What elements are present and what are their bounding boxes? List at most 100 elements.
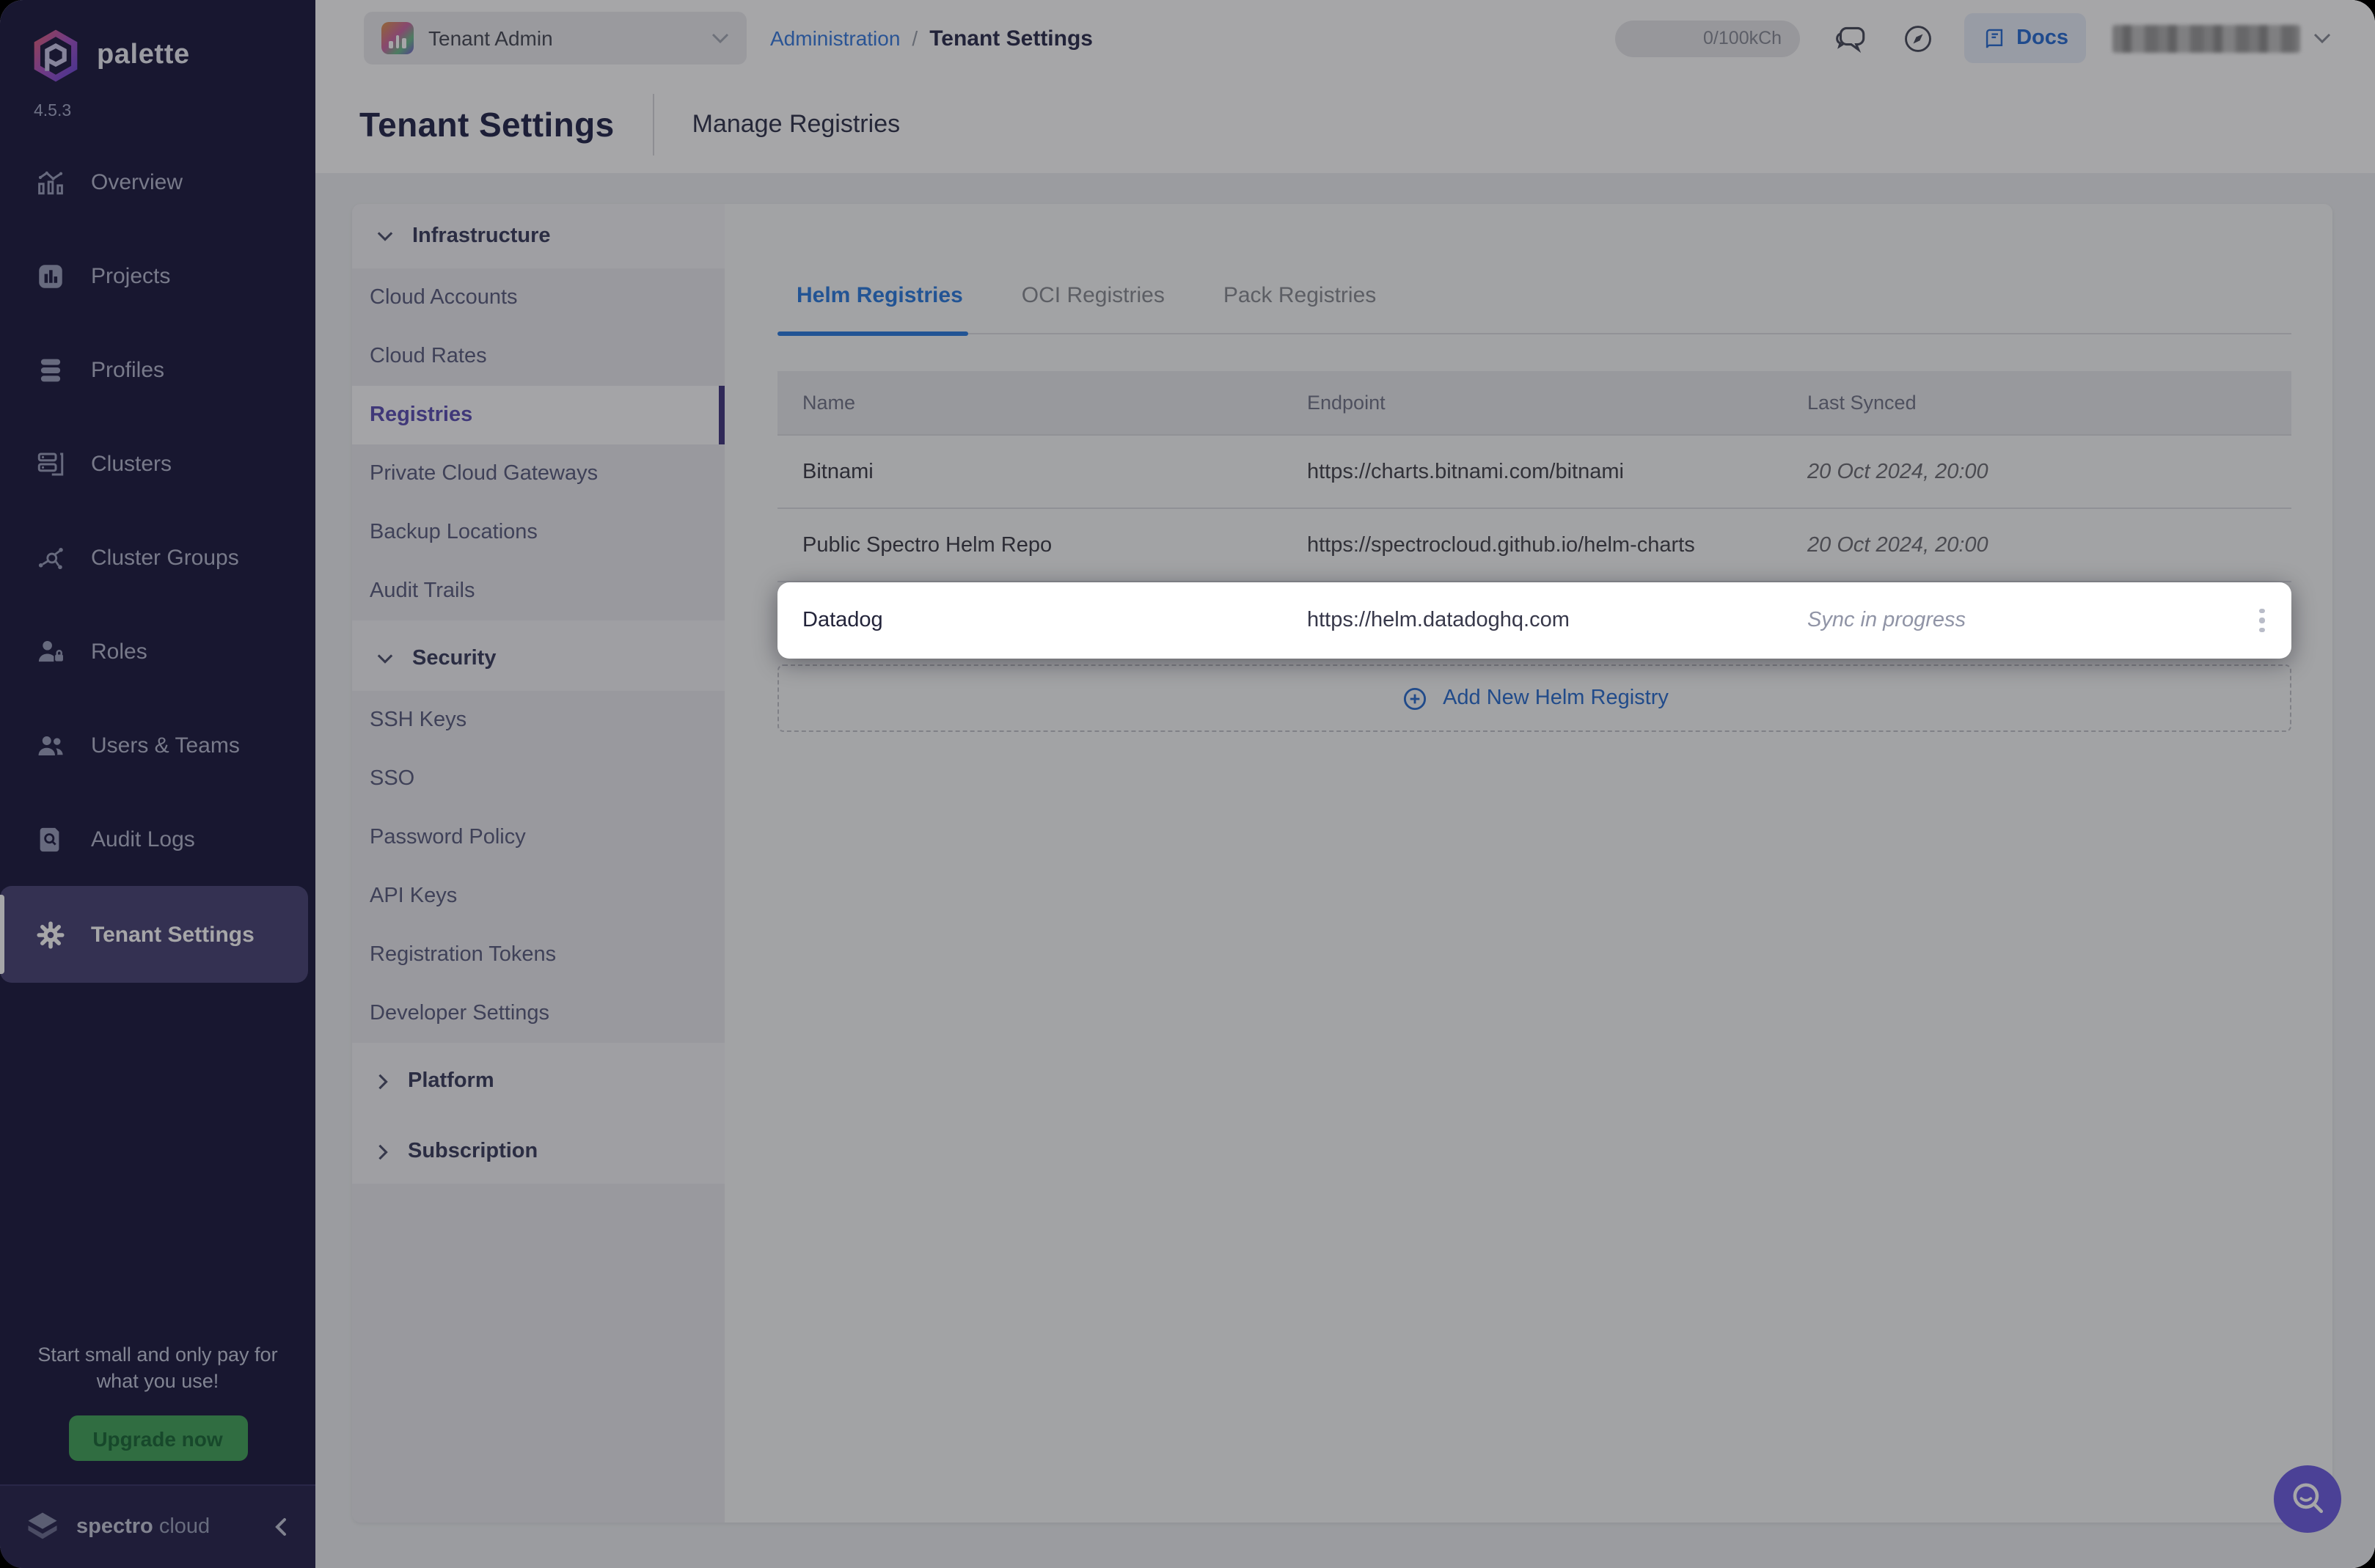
section-gap bbox=[352, 620, 725, 626]
user-name-redacted bbox=[2112, 24, 2300, 52]
spectro-cloud-brand: spectro cloud bbox=[76, 1515, 210, 1539]
upgrade-banner: Start small and only pay for what you us… bbox=[0, 1342, 315, 1484]
sidebar-item-roles[interactable]: Roles bbox=[0, 604, 315, 698]
spectro-cloud-logo-icon bbox=[23, 1508, 62, 1546]
audit-logs-icon bbox=[35, 824, 66, 854]
sidebar-item-users-teams[interactable]: Users & Teams bbox=[0, 698, 315, 792]
settings-item-backup-locations[interactable]: Backup Locations bbox=[352, 503, 725, 562]
sidebar-item-overview[interactable]: Overview bbox=[0, 135, 315, 229]
settings-item-registries[interactable]: Registries bbox=[352, 386, 725, 444]
table-row[interactable]: Bitnami https://charts.bitnami.com/bitna… bbox=[777, 436, 2291, 509]
breadcrumb-administration-link[interactable]: Administration bbox=[770, 26, 900, 50]
page-header: Tenant Settings Manage Registries bbox=[315, 76, 2375, 173]
chevron-down-icon bbox=[377, 230, 393, 242]
add-circle-plus-icon bbox=[1400, 684, 1428, 712]
tab-pack-registries[interactable]: Pack Registries bbox=[1223, 270, 1376, 333]
panel-filler bbox=[352, 1184, 725, 1523]
palette-logo-icon bbox=[29, 29, 82, 82]
registry-last-synced: 20 Oct 2024, 20:00 bbox=[1807, 533, 2233, 557]
sidebar-item-tenant-settings[interactable]: Tenant Settings bbox=[0, 886, 308, 983]
settings-item-audit-trails[interactable]: Audit Trails bbox=[352, 562, 725, 620]
registry-name: Datadog bbox=[802, 609, 1307, 632]
docs-button[interactable]: Docs bbox=[1964, 13, 2086, 63]
content-area: Infrastructure Cloud Accounts Cloud Rate… bbox=[315, 173, 2375, 1568]
section-platform[interactable]: Platform bbox=[352, 1049, 725, 1113]
app-version: 4.5.3 bbox=[34, 103, 315, 120]
breadcrumb-current: Tenant Settings bbox=[929, 26, 1093, 51]
settings-nav-panel: Infrastructure Cloud Accounts Cloud Rate… bbox=[352, 204, 725, 1523]
settings-item-password-policy[interactable]: Password Policy bbox=[352, 808, 725, 867]
table-row-highlighted-datadog[interactable]: Datadog https://helm.datadoghq.com Sync … bbox=[777, 582, 2291, 659]
chevron-right-icon bbox=[377, 1073, 389, 1089]
sidebar-item-label: Cluster Groups bbox=[91, 545, 239, 570]
sidebar-item-label: Users & Teams bbox=[91, 733, 240, 758]
settings-item-sso[interactable]: SSO bbox=[352, 750, 725, 808]
sidebar-item-label: Tenant Settings bbox=[91, 922, 255, 947]
section-subscription[interactable]: Subscription bbox=[352, 1119, 725, 1184]
settings-item-ssh-keys[interactable]: SSH Keys bbox=[352, 691, 725, 750]
settings-item-api-keys[interactable]: API Keys bbox=[352, 867, 725, 926]
registry-sync-status: Sync in progress bbox=[1807, 609, 2233, 632]
registry-endpoint: https://charts.bitnami.com/bitnami bbox=[1307, 460, 1807, 483]
palette-app-window: palette 4.5.3 Overview bbox=[0, 0, 2375, 1568]
registry-tabs: Helm Registries OCI Registries Pack Regi… bbox=[777, 270, 2291, 334]
settings-item-cloud-rates[interactable]: Cloud Rates bbox=[352, 327, 725, 386]
user-menu[interactable] bbox=[2112, 24, 2331, 52]
sidebar-item-label: Profiles bbox=[91, 357, 164, 382]
sidebar-item-label: Overview bbox=[91, 169, 183, 194]
profiles-icon bbox=[35, 354, 66, 385]
sidebar-footer: spectro cloud bbox=[0, 1484, 315, 1568]
row-actions-kebab-icon[interactable] bbox=[2254, 603, 2271, 638]
section-security[interactable]: Security bbox=[352, 626, 725, 691]
add-new-helm-registry-button[interactable]: Add New Helm Registry bbox=[777, 664, 2291, 732]
docs-label: Docs bbox=[2016, 26, 2068, 50]
section-infrastructure[interactable]: Infrastructure bbox=[352, 204, 725, 268]
page-subtitle: Manage Registries bbox=[692, 110, 901, 139]
sidebar-item-label: Projects bbox=[91, 263, 170, 288]
docs-book-icon bbox=[1981, 26, 2006, 51]
add-new-helm-registry-label: Add New Helm Registry bbox=[1443, 686, 1669, 710]
search-fab[interactable] bbox=[2274, 1465, 2341, 1533]
settings-item-cloud-accounts[interactable]: Cloud Accounts bbox=[352, 268, 725, 327]
page-title: Tenant Settings bbox=[359, 105, 615, 144]
stage: palette 4.5.3 Overview bbox=[0, 0, 2375, 1568]
settings-card: Infrastructure Cloud Accounts Cloud Rate… bbox=[352, 204, 2332, 1523]
project-scope-selector[interactable]: Tenant Admin bbox=[364, 12, 747, 65]
column-endpoint: Endpoint bbox=[1307, 392, 1807, 414]
compass-icon[interactable] bbox=[1900, 21, 1934, 55]
header-divider bbox=[653, 94, 654, 155]
main-area: Tenant Admin Administration / Tenant Set… bbox=[315, 0, 2375, 1568]
sidebar-item-clusters[interactable]: Clusters bbox=[0, 417, 315, 510]
registry-name: Public Spectro Helm Repo bbox=[802, 533, 1307, 557]
sidebar-item-audit-logs[interactable]: Audit Logs bbox=[0, 792, 315, 886]
sidebar-collapse-icon[interactable] bbox=[271, 1517, 292, 1537]
upgrade-now-button[interactable]: Upgrade now bbox=[68, 1415, 247, 1461]
settings-item-registration-tokens[interactable]: Registration Tokens bbox=[352, 926, 725, 984]
security-items: SSH Keys SSO Password Policy API Keys Re… bbox=[352, 691, 725, 1043]
overview-icon bbox=[35, 166, 66, 197]
chevron-down-icon bbox=[711, 32, 729, 44]
infrastructure-items: Cloud Accounts Cloud Rates Registries Pr… bbox=[352, 268, 725, 620]
chevron-down-icon bbox=[2313, 32, 2331, 44]
clusters-icon bbox=[35, 448, 66, 479]
sidebar-item-label: Clusters bbox=[91, 451, 172, 476]
sidebar: palette 4.5.3 Overview bbox=[0, 0, 315, 1568]
table-row[interactable]: Public Spectro Helm Repo https://spectro… bbox=[777, 509, 2291, 582]
breadcrumb: Administration / Tenant Settings bbox=[770, 26, 1093, 51]
table-header: Name Endpoint Last Synced bbox=[777, 371, 2291, 436]
section-gap bbox=[352, 1043, 725, 1049]
sidebar-item-profiles[interactable]: Profiles bbox=[0, 323, 315, 417]
settings-item-developer-settings[interactable]: Developer Settings bbox=[352, 984, 725, 1043]
tab-helm-registries[interactable]: Helm Registries bbox=[797, 270, 963, 333]
registries-panel: Helm Registries OCI Registries Pack Regi… bbox=[725, 204, 2332, 1523]
registry-endpoint: https://spectrocloud.github.io/helm-char… bbox=[1307, 533, 1807, 557]
sidebar-item-projects[interactable]: Projects bbox=[0, 229, 315, 323]
tenant-settings-icon bbox=[35, 919, 66, 950]
project-scope-label: Tenant Admin bbox=[428, 26, 553, 50]
tab-oci-registries[interactable]: OCI Registries bbox=[1022, 270, 1165, 333]
settings-item-private-cloud-gateways[interactable]: Private Cloud Gateways bbox=[352, 444, 725, 503]
sidebar-item-cluster-groups[interactable]: Cluster Groups bbox=[0, 510, 315, 604]
chevron-down-icon bbox=[377, 653, 393, 664]
section-gap bbox=[352, 1113, 725, 1119]
chat-icon[interactable] bbox=[1831, 20, 1868, 56]
